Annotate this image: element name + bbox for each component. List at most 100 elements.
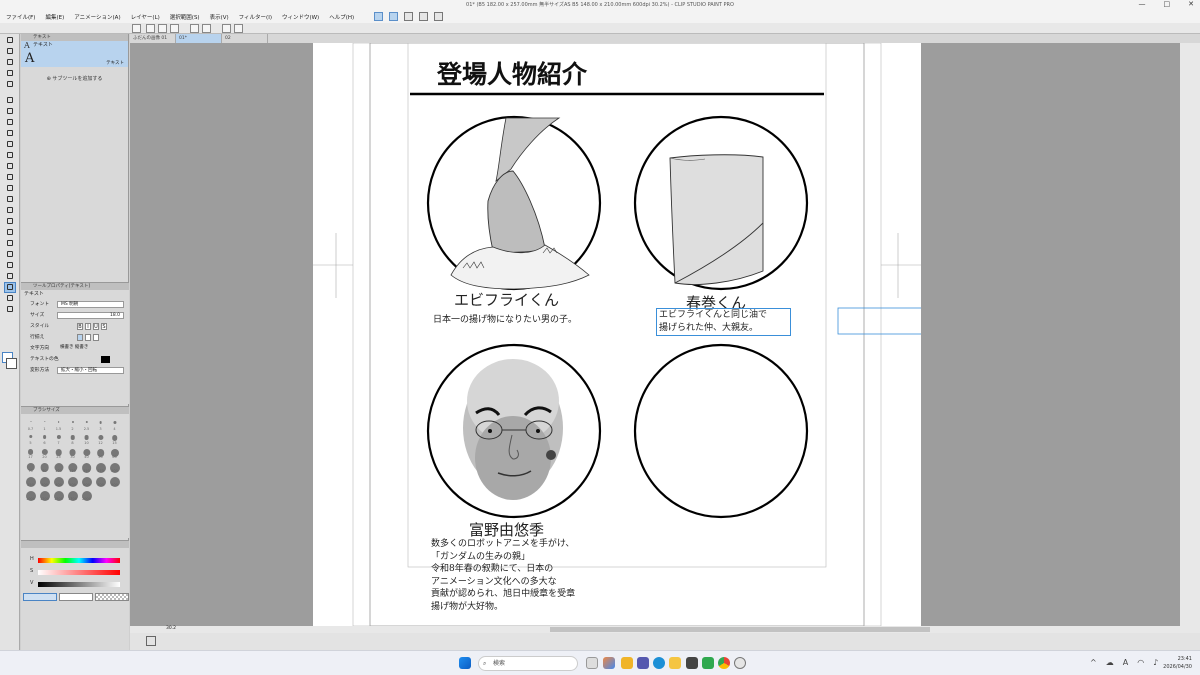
brush-size-cell[interactable]: 70	[24, 461, 37, 473]
grid-snap-icon[interactable]	[404, 12, 414, 21]
brush-size-cell[interactable]: 250	[24, 475, 37, 487]
figure-icon[interactable]	[5, 217, 15, 226]
pencil-icon[interactable]	[5, 140, 15, 149]
brush-size-cell[interactable]: 5	[24, 433, 37, 445]
brush-size-cell[interactable]: 500	[66, 475, 79, 487]
hand-icon[interactable]	[5, 47, 15, 56]
move-icon[interactable]	[5, 69, 15, 78]
brush-size-cell[interactable]: 7	[52, 433, 65, 445]
zoom-icon[interactable]	[5, 36, 15, 45]
brush-size-cell[interactable]: 600	[80, 475, 93, 487]
hue-slider[interactable]	[38, 558, 120, 563]
brush-size-cell[interactable]: 1000	[24, 489, 37, 501]
brush-size-cell[interactable]: 4	[108, 419, 121, 431]
copilot-icon[interactable]	[603, 657, 615, 669]
brush-size-cell[interactable]: 300	[38, 475, 51, 487]
transform-select[interactable]: 拡大・縮小・回転	[57, 367, 124, 374]
brush-size-cell[interactable]: 700	[94, 475, 107, 487]
onedrive-icon[interactable]: ☁	[1106, 658, 1114, 667]
brush-size-cell[interactable]: 17	[24, 447, 37, 459]
operation-icon[interactable]	[5, 80, 15, 89]
shape-icon[interactable]	[5, 261, 15, 270]
sub-color-swatch[interactable]	[6, 358, 17, 369]
task-view-icon[interactable]	[586, 657, 598, 669]
close-button[interactable]: ✕	[1188, 0, 1194, 8]
text-tool-icon[interactable]	[4, 282, 16, 293]
widgets-icon[interactable]	[621, 657, 633, 669]
excel-icon[interactable]	[702, 657, 714, 669]
tab-document-2[interactable]: 01*	[176, 34, 222, 43]
character-1-name[interactable]: エビフライくん	[454, 289, 559, 310]
align-right-icon[interactable]	[93, 334, 99, 341]
italic-button[interactable]: I	[85, 323, 91, 330]
direction-toggle[interactable]: 横書き 縦書き	[57, 345, 124, 352]
clip-studio-icon[interactable]	[132, 24, 141, 33]
brush-size-cell[interactable]: 2	[66, 419, 79, 431]
rotate-icon[interactable]	[5, 58, 15, 67]
brush-size-cell[interactable]: 2000	[80, 489, 93, 501]
start-icon[interactable]	[459, 657, 471, 669]
menu-view[interactable]: 表示(V)	[210, 13, 229, 21]
fill-icon[interactable]	[234, 24, 243, 33]
brush-size-cell[interactable]: 400	[52, 475, 65, 487]
tab-document-3[interactable]: 02	[222, 34, 268, 43]
saturation-slider[interactable]	[38, 570, 120, 575]
lasso-icon[interactable]	[5, 107, 15, 116]
brush-size-cell[interactable]: 170	[94, 461, 107, 473]
horizontal-scrollbar[interactable]	[130, 626, 1200, 633]
brush-size-cell[interactable]: 800	[108, 475, 121, 487]
brush-size-cell[interactable]: 3	[94, 419, 107, 431]
clock[interactable]: 23:41 2026/04/30	[1163, 655, 1192, 671]
brush-size-cell[interactable]: 15	[108, 433, 121, 445]
menu-help[interactable]: ヘルプ(H)	[329, 13, 354, 21]
eraser-icon[interactable]	[5, 173, 15, 182]
brush-icon[interactable]	[5, 151, 15, 160]
selection-icon[interactable]	[5, 96, 15, 105]
frame-icon[interactable]	[434, 12, 444, 21]
sub-color-chip[interactable]	[59, 593, 93, 601]
edge-icon[interactable]	[653, 657, 665, 669]
zoom-readout[interactable]: 30.2	[166, 626, 176, 631]
brush-size-cell[interactable]: 80	[38, 461, 51, 473]
bold-button[interactable]: B	[77, 323, 83, 330]
menu-window[interactable]: ウィンドウ(W)	[282, 13, 319, 21]
brush-size-cell[interactable]: 2.5	[80, 419, 93, 431]
navigator-icon[interactable]	[146, 636, 156, 646]
ruler-icon[interactable]	[419, 12, 429, 21]
brush-size-cell[interactable]: 1	[38, 419, 51, 431]
menu-layer[interactable]: レイヤー(L)	[131, 13, 160, 21]
eyedropper-icon[interactable]	[5, 118, 15, 127]
undo-icon[interactable]	[190, 24, 199, 33]
character-1-desc[interactable]: 日本一の揚げ物になりたい男の子。	[433, 312, 577, 325]
scroll-thumb[interactable]	[550, 627, 930, 632]
brush-size-cell[interactable]: 1700	[66, 489, 79, 501]
brush-size-cell[interactable]: 0.7	[24, 419, 37, 431]
brush-size-cell[interactable]: 100	[52, 461, 65, 473]
network-icon[interactable]: ◠	[1137, 658, 1144, 667]
brush-size-cell[interactable]: 12	[94, 433, 107, 445]
brush-size-cell[interactable]: 10	[80, 433, 93, 445]
font-select[interactable]: MS 明朝	[57, 301, 124, 308]
explorer-icon[interactable]	[669, 657, 681, 669]
subtool-text-preview[interactable]: A テキスト	[21, 50, 128, 67]
strike-button[interactable]: S	[101, 323, 107, 330]
ime-indicator[interactable]: A	[1123, 658, 1128, 667]
menu-selection[interactable]: 選択範囲(S)	[170, 13, 200, 21]
align-left-icon[interactable]	[77, 334, 83, 341]
brush-size-cell[interactable]: 40	[80, 447, 93, 459]
brush-size-cell[interactable]: 6	[38, 433, 51, 445]
taskbar-search[interactable]: ⌕ 検索	[478, 656, 578, 671]
snap-icon[interactable]	[374, 12, 384, 21]
menu-file[interactable]: ファイル(F)	[6, 13, 35, 21]
vertical-scrollbar[interactable]	[1180, 43, 1200, 626]
transparent-chip[interactable]	[95, 593, 129, 601]
tab-document-1[interactable]: ふだんの画像 01	[130, 34, 176, 43]
tray-chevron-icon[interactable]: ^	[1090, 658, 1097, 667]
brush-size-cell[interactable]: 30	[66, 447, 79, 459]
teams-icon[interactable]	[637, 657, 649, 669]
fill-bucket-icon[interactable]	[5, 195, 15, 204]
menu-animation[interactable]: アニメーション(A)	[74, 13, 120, 21]
pattern-icon[interactable]	[5, 250, 15, 259]
frame-border-icon[interactable]	[5, 228, 15, 237]
save-icon[interactable]	[170, 24, 179, 33]
